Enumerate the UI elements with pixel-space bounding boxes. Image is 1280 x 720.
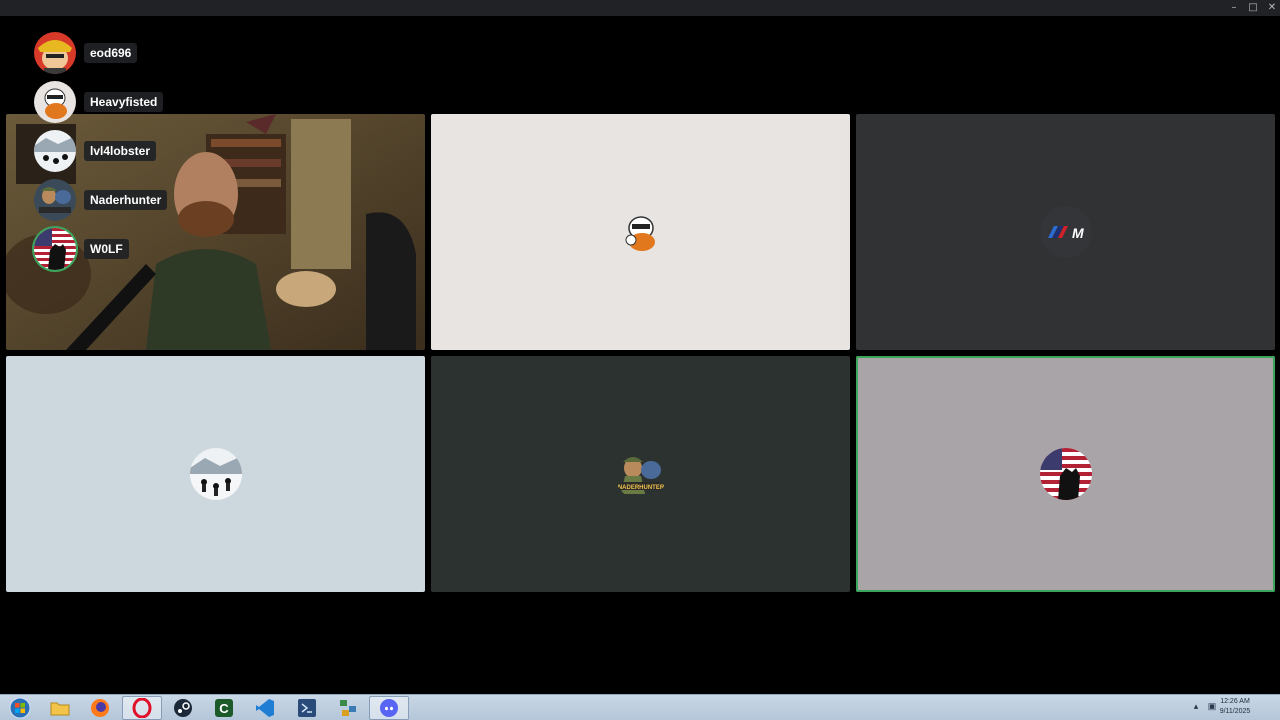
video-tile-naderhunter[interactable]: NADERHUNTER (431, 356, 850, 592)
soldier-badge-avatar (34, 179, 76, 221)
cartoon-hat-avatar (34, 32, 76, 74)
opera-icon (132, 698, 152, 718)
folder-icon (50, 702, 70, 716)
voice-user-row[interactable]: Heavyfisted (34, 81, 234, 125)
firefox-icon (91, 699, 109, 717)
windows-orb-icon (9, 697, 31, 719)
voice-user-name: Naderhunter (84, 190, 168, 210)
voice-user-row[interactable]: Naderhunter (34, 179, 234, 223)
taskbar-network-tool[interactable] (328, 696, 368, 720)
c-app-icon: C (215, 699, 233, 717)
tray-time: 12:26 AM (1220, 698, 1250, 705)
bmw-m-logo-avatar: M (1039, 206, 1092, 258)
video-tile-bmw[interactable]: M (856, 114, 1275, 350)
voice-user-name: eod696 (84, 43, 138, 63)
voice-user-row[interactable]: W0LF (34, 228, 234, 272)
svg-text:M: M (1072, 225, 1084, 241)
taskbar-app-c[interactable]: C (204, 696, 244, 720)
winter-scene-avatar (189, 448, 242, 500)
winter-scene-avatar (34, 130, 76, 172)
taskbar-visual-studio[interactable] (287, 696, 327, 720)
soldier-badge-avatar: NADERHUNTER (614, 448, 667, 500)
video-tile-lvl4lobster[interactable] (6, 356, 425, 592)
taskbar-firefox[interactable] (80, 696, 120, 720)
minimize-button[interactable]: – (1226, 1, 1242, 15)
voice-user-name: W0LF (84, 239, 129, 259)
taskbar-discord[interactable] (369, 696, 409, 720)
discord-icon (380, 699, 398, 717)
video-tile-w0lf[interactable] (856, 356, 1275, 592)
taskbar-opera[interactable] (122, 696, 162, 720)
svg-text:C: C (219, 701, 229, 716)
taskbar-file-explorer[interactable] (40, 696, 80, 720)
voice-user-name: Heavyfisted (84, 92, 164, 112)
close-button[interactable]: ✕ (1264, 1, 1280, 15)
tray-date: 9/11/2025 (1219, 708, 1251, 715)
svg-text:NADERHUNTER: NADERHUNTER (617, 485, 664, 491)
voice-user-name: lvl4lobster (84, 141, 157, 161)
cartoon-bird-avatar (614, 206, 667, 258)
flag-silhouette-avatar (34, 228, 76, 270)
window-titlebar: – □ ✕ (0, 0, 1280, 16)
maximize-button[interactable]: □ (1245, 1, 1261, 15)
voice-user-row[interactable]: eod696 (34, 32, 234, 76)
network-icon (340, 700, 356, 716)
cartoon-bird-avatar (34, 81, 76, 123)
tray-clock[interactable]: 12:26 AM 9/11/2025 (1210, 697, 1260, 717)
video-tile-heavyfisted[interactable] (431, 114, 850, 350)
start-button[interactable] (0, 696, 40, 720)
flag-silhouette-avatar (1039, 448, 1092, 500)
steam-icon (174, 699, 192, 717)
vscode-icon (256, 699, 274, 717)
voice-user-row[interactable]: lvl4lobster (34, 130, 234, 174)
taskbar-vscode[interactable] (245, 696, 285, 720)
tray-expand-icon[interactable]: ▴ (1190, 701, 1202, 713)
visual-studio-icon (298, 699, 316, 717)
taskbar-steam[interactable] (163, 696, 203, 720)
taskbar: C ▴ ▣ 12:26 AM 9/11/2025 (0, 694, 1280, 720)
